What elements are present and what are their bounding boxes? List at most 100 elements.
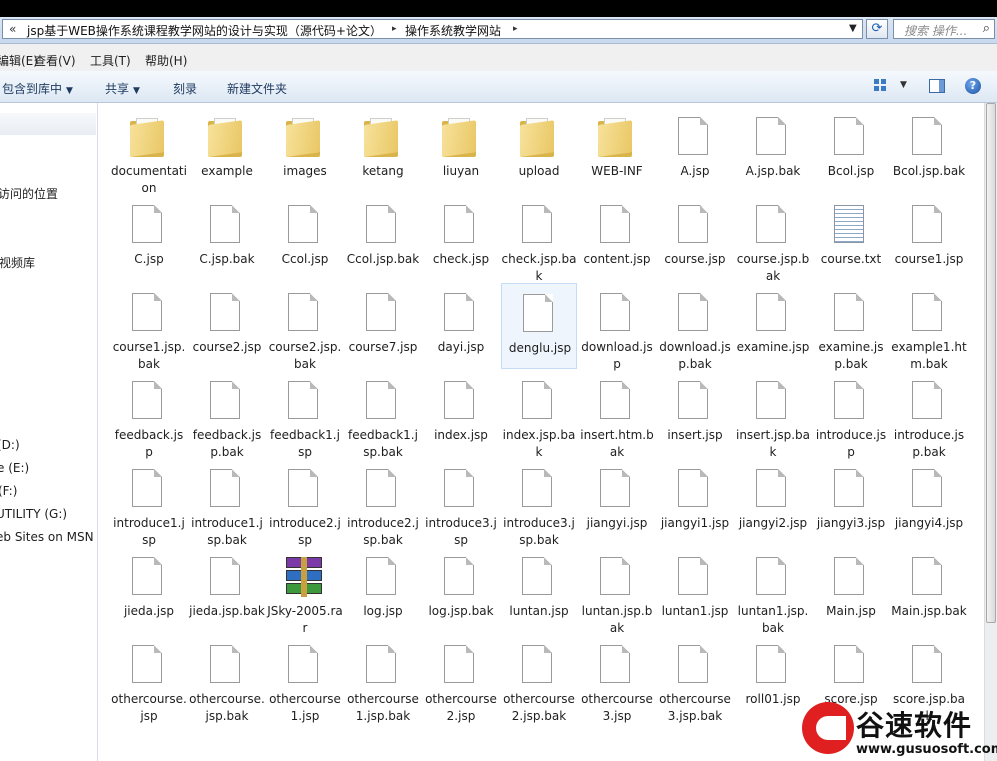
file-item[interactable]: Main.jsp.bak [891,547,967,633]
file-item[interactable]: download.jsp [579,283,655,371]
file-item[interactable]: introduce2.jsp.bak [345,459,421,547]
file-item[interactable]: C.jsp [111,195,187,281]
nav-item-drive-e[interactable]: e (E:) [0,461,29,475]
file-item[interactable]: Ccol.jsp [267,195,343,281]
file-item[interactable]: dayi.jsp [423,283,499,369]
file-item[interactable]: log.jsp [345,547,421,633]
file-item[interactable]: feedback.jsp [111,371,187,459]
folder-item[interactable]: example [189,107,265,193]
include-in-library-button[interactable]: 包含到库中 ▼ [2,80,73,97]
file-item[interactable]: feedback.jsp.bak [189,371,265,459]
nav-item-recent-places[interactable]: 访问的位置 [0,185,58,202]
file-item[interactable]: insert.jsp.bak [735,371,811,459]
file-item[interactable]: course1.jsp [891,195,967,281]
file-item[interactable]: luntan.jsp [501,547,577,633]
nav-item-drive-g[interactable]: UTILITY (G:) [0,507,67,521]
file-item[interactable]: JSky-2005.rar [267,547,343,635]
file-item[interactable]: luntan.jsp.bak [579,547,655,635]
nav-item-msn-web-sites[interactable]: eb Sites on MSN [0,530,94,544]
nav-item-drive-d[interactable]: (D:) [0,438,20,452]
file-item[interactable]: othercourse3.jsp [579,635,655,723]
file-item[interactable]: course2.jsp [189,283,265,369]
file-item[interactable]: jiangyi4.jsp [891,459,967,545]
file-item[interactable]: jieda.jsp.bak [189,547,265,633]
menu-help[interactable]: 帮助(H) [145,52,187,69]
help-icon[interactable]: ? [965,78,981,94]
file-item[interactable]: othercourse3.jsp.bak [657,635,733,723]
file-item[interactable]: luntan1.jsp.bak [735,547,811,635]
file-item[interactable]: denglu.jsp [501,283,577,369]
file-item[interactable]: examine.jsp.bak [813,283,889,371]
file-item[interactable]: index.jsp [423,371,499,457]
folder-item[interactable]: WEB-INF [579,107,655,193]
file-item[interactable]: A.jsp.bak [735,107,811,193]
file-item[interactable]: download.jsp.bak [657,283,733,371]
file-item[interactable]: feedback1.jsp [267,371,343,459]
file-item[interactable]: othercourse.jsp [111,635,187,723]
view-dropdown-icon[interactable]: ▼ [900,80,907,90]
file-item[interactable]: Ccol.jsp.bak [345,195,421,281]
file-item[interactable]: course.txt [813,195,889,281]
menu-view[interactable]: 查看(V) [34,52,76,69]
folder-item[interactable]: documentation [111,107,187,195]
file-item[interactable]: content.jsp [579,195,655,281]
file-item[interactable]: jiangyi2.jsp [735,459,811,545]
file-item[interactable]: introduce3.jsp.bak [501,459,577,547]
file-item[interactable]: A.jsp [657,107,733,193]
file-item[interactable]: course.jsp [657,195,733,281]
file-item[interactable]: course.jsp.bak [735,195,811,283]
address-dropdown-icon[interactable]: ▼ [849,23,857,34]
nav-item-videos[interactable]: 视频库 [0,254,35,271]
file-item[interactable]: introduce3.jsp [423,459,499,547]
file-item[interactable]: introduce1.jsp.bak [189,459,265,547]
refresh-button[interactable]: ⟳ [866,19,888,39]
file-item[interactable]: insert.htm.bak [579,371,655,459]
file-item[interactable]: othercourse1.jsp [267,635,343,723]
search-icon[interactable]: ⌕ [983,21,990,36]
file-item[interactable]: othercourse.jsp.bak [189,635,265,723]
file-item[interactable]: othercourse1.jsp.bak [345,635,421,723]
breadcrumb-item-site[interactable]: 操作系统教学网站 [405,22,501,39]
file-item[interactable]: jieda.jsp [111,547,187,633]
file-item[interactable]: Bcol.jsp.bak [891,107,967,193]
breadcrumb-item-project[interactable]: jsp基于WEB操作系统课程教学网站的设计与实现（源代码+论文） [27,22,382,39]
scrollbar-thumb[interactable] [986,103,996,623]
file-item[interactable]: othercourse2.jsp [423,635,499,723]
file-item[interactable]: jiangyi.jsp [579,459,655,545]
file-item[interactable]: log.jsp.bak [423,547,499,633]
address-bar[interactable]: « jsp基于WEB操作系统课程教学网站的设计与实现（源代码+论文） ▸ 操作系… [2,19,863,39]
breadcrumb-separator-icon[interactable]: ▸ [513,24,518,34]
file-item[interactable]: examine.jsp [735,283,811,369]
file-item[interactable]: feedback1.jsp.bak [345,371,421,459]
file-item[interactable]: C.jsp.bak [189,195,265,281]
new-folder-button[interactable]: 新建文件夹 [227,80,287,97]
breadcrumb-overflow[interactable]: « [9,22,16,36]
folder-item[interactable]: upload [501,107,577,193]
menu-tools[interactable]: 工具(T) [90,52,131,69]
nav-item-drive-f[interactable]: (F:) [0,484,17,498]
share-button[interactable]: 共享 ▼ [105,80,140,97]
menu-edit[interactable]: 编辑(E) [0,52,38,69]
search-input[interactable]: 搜索 操作... ⌕ [893,19,995,39]
file-item[interactable]: luntan1.jsp [657,547,733,633]
burn-button[interactable]: 刻录 [173,80,197,97]
folder-item[interactable]: images [267,107,343,193]
file-item[interactable]: course1.jsp.bak [111,283,187,371]
view-options-icon[interactable] [874,79,888,92]
file-item[interactable]: check.jsp [423,195,499,281]
file-item[interactable]: Bcol.jsp [813,107,889,193]
file-item[interactable]: course7.jsp [345,283,421,369]
file-item[interactable]: insert.jsp [657,371,733,457]
file-item[interactable]: introduce.jsp [813,371,889,459]
file-item[interactable]: introduce1.jsp [111,459,187,547]
file-item[interactable]: index.jsp.bak [501,371,577,459]
file-item[interactable]: check.jsp.bak [501,195,577,283]
file-item[interactable]: introduce2.jsp [267,459,343,547]
preview-pane-icon[interactable] [929,79,945,93]
file-item[interactable]: course2.jsp.bak [267,283,343,371]
vertical-scrollbar[interactable] [984,103,997,761]
file-item[interactable]: Main.jsp [813,547,889,633]
breadcrumb-separator-icon[interactable]: ▸ [392,24,397,34]
file-item[interactable]: jiangyi1.jsp [657,459,733,545]
file-item[interactable]: introduce.jsp.bak [891,371,967,459]
